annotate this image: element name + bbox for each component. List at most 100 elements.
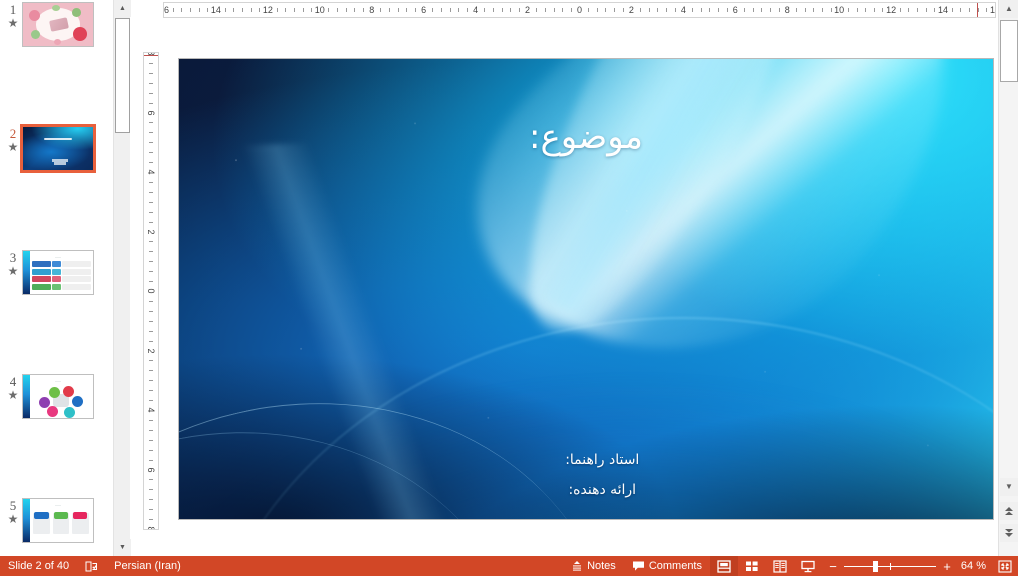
ruler-label-h: 4 — [473, 5, 479, 15]
ruler-tick-h — [830, 8, 832, 12]
scrollbar-thumb[interactable] — [1000, 20, 1018, 82]
scrollbar-thumb[interactable] — [115, 18, 130, 133]
ruler-tick-h — [233, 8, 235, 12]
ruler-label-v: 6 — [146, 466, 156, 473]
zoom-in-button[interactable]: + — [942, 560, 952, 573]
ruler-tick-v — [149, 390, 153, 392]
ruler-tick-h — [198, 8, 200, 12]
ruler-tick-h — [241, 8, 243, 12]
ruler-tick-h — [389, 8, 391, 12]
ruler-tick-h — [172, 8, 174, 12]
notes-icon — [571, 560, 583, 572]
horizontal-ruler[interactable]: 16 14 12 10 8 6 4 2 0 2 4 6 8 10 12 14 16 — [163, 2, 996, 18]
ruler-tick-h — [934, 8, 936, 12]
ruler-tick-h — [666, 8, 668, 12]
vertical-ruler[interactable]: 864202468 — [143, 52, 159, 530]
ruler-tick-h — [337, 8, 339, 12]
powerpoint-window: 1 ★ 2 ★ 3 ★ —— 4 ★ —— 5 ★ —— ▲ ▼ 6 14 12… — [0, 0, 1018, 576]
normal-view-button[interactable] — [710, 556, 738, 576]
ruler-tick-v — [149, 380, 153, 382]
ruler-tick-h — [276, 8, 278, 12]
current-slide[interactable]: موضوع: استاد راهنما: ارائه دهنده: — [178, 58, 994, 520]
thumbnail-pane-scrollbar[interactable]: ▲ ▼ — [113, 0, 131, 556]
ruler-tick-h — [596, 8, 598, 12]
language-indicator[interactable]: Persian (Iran) — [106, 556, 189, 576]
zoom-out-button[interactable]: − — [828, 560, 838, 573]
slide-thumbnail-1[interactable]: 1 ★ — [0, 0, 112, 62]
fit-to-window-button[interactable] — [992, 559, 1018, 573]
ruler-tick-h — [769, 8, 771, 12]
ruler-tick-h — [449, 8, 451, 12]
ruler-tick-v — [149, 241, 153, 243]
slide-thumbnail-image-4[interactable] — [22, 374, 94, 419]
slide-number-5: 5 — [9, 498, 17, 513]
ruler-tick-v — [149, 330, 153, 332]
notes-button[interactable]: Notes — [563, 556, 624, 576]
ruler-tick-h — [847, 8, 849, 12]
ruler-tick-h — [285, 8, 287, 12]
slide-thumbnail-2[interactable]: 2 ★ — [0, 124, 112, 186]
ruler-tick-v — [149, 489, 153, 491]
zoom-slider[interactable]: − + — [822, 560, 958, 573]
slide-counter[interactable]: Slide 2 of 40 — [0, 556, 77, 576]
reading-view-button[interactable] — [766, 556, 794, 576]
ruler-tick-h — [743, 8, 745, 12]
spell-check-icon[interactable] — [77, 556, 106, 576]
ruler-tick-h — [544, 8, 546, 12]
ruler-tick-h — [692, 8, 694, 12]
slide-thumbnail-image-5[interactable] — [22, 498, 94, 543]
triangle-down-icon[interactable]: ▼ — [114, 539, 131, 556]
slide-title-placeholder[interactable]: موضوع: — [374, 117, 797, 157]
double-chevron-up-icon[interactable] — [1000, 502, 1018, 520]
ruler-tick-h — [345, 8, 347, 12]
ruler-tick-v — [149, 509, 153, 511]
triangle-up-icon[interactable]: ▲ — [1000, 0, 1018, 18]
ruler-tick-h — [917, 8, 919, 12]
ruler-tick-h — [804, 8, 806, 12]
slide-thumbnail-3[interactable]: 3 ★ — [0, 248, 112, 310]
ruler-tick-v — [149, 310, 153, 312]
slide-thumbnail-image-2[interactable] — [20, 124, 96, 173]
slide-thumbnail-5[interactable]: 5 ★ — [0, 496, 112, 556]
animation-star-icon: ★ — [7, 264, 19, 278]
slide-vertical-scrollbar[interactable]: ▲ ▼ — [998, 0, 1018, 556]
normal-view-icon — [717, 559, 731, 573]
double-chevron-down-icon[interactable] — [1000, 524, 1018, 542]
slide-canvas-area[interactable]: موضوع: استاد راهنما: ارائه دهنده: — [163, 20, 996, 556]
ruler-tick-h — [700, 8, 702, 12]
ruler-tick-v — [149, 142, 153, 144]
slide-thumbnail-image-1[interactable] — [22, 2, 94, 47]
ruler-tick-v — [149, 499, 153, 501]
zoom-slider-handle[interactable] — [872, 560, 878, 572]
ruler-tick-v — [149, 320, 153, 322]
ruler-tick-v — [149, 261, 153, 263]
triangle-down-icon[interactable]: ▼ — [1000, 478, 1018, 496]
ruler-tick-h — [259, 8, 261, 12]
slide-thumbnail-pane[interactable]: 1 ★ 2 ★ 3 ★ —— 4 ★ —— 5 ★ —— — [0, 0, 112, 556]
slide-thumbnail-image-3[interactable] — [22, 250, 94, 295]
ruler-tick-h — [925, 8, 927, 12]
slide-subtitle-placeholder[interactable]: استاد راهنما: ارائه دهنده: — [472, 445, 732, 505]
ruler-cursor-marker — [977, 3, 978, 17]
ruler-tick-h — [873, 8, 875, 12]
ruler-label-h: 12 — [886, 5, 897, 15]
ruler-tick-h — [181, 8, 183, 12]
ruler-label-h: 2 — [628, 5, 634, 15]
ruler-tick-h — [588, 8, 590, 12]
slide-thumbnail-4[interactable]: 4 ★ — [0, 372, 112, 434]
ruler-label-h: 0 — [576, 5, 583, 15]
slide-show-icon — [801, 560, 815, 573]
slide-sorter-button[interactable] — [738, 556, 766, 576]
ruler-tick-v — [149, 519, 153, 521]
ruler-tick-h — [354, 8, 356, 12]
triangle-up-icon[interactable]: ▲ — [114, 0, 131, 17]
comments-button[interactable]: Comments — [624, 556, 710, 576]
ruler-tick-h — [856, 8, 858, 12]
zoom-percent-label[interactable]: 64 % — [958, 560, 992, 572]
ruler-tick-h — [908, 8, 910, 12]
presenter-line: ارائه دهنده: — [568, 482, 637, 499]
ruler-tick-v — [149, 191, 153, 193]
slide-show-button[interactable] — [794, 556, 822, 576]
zoom-slider-track[interactable] — [844, 560, 936, 572]
ruler-label-h: 8 — [369, 5, 375, 15]
